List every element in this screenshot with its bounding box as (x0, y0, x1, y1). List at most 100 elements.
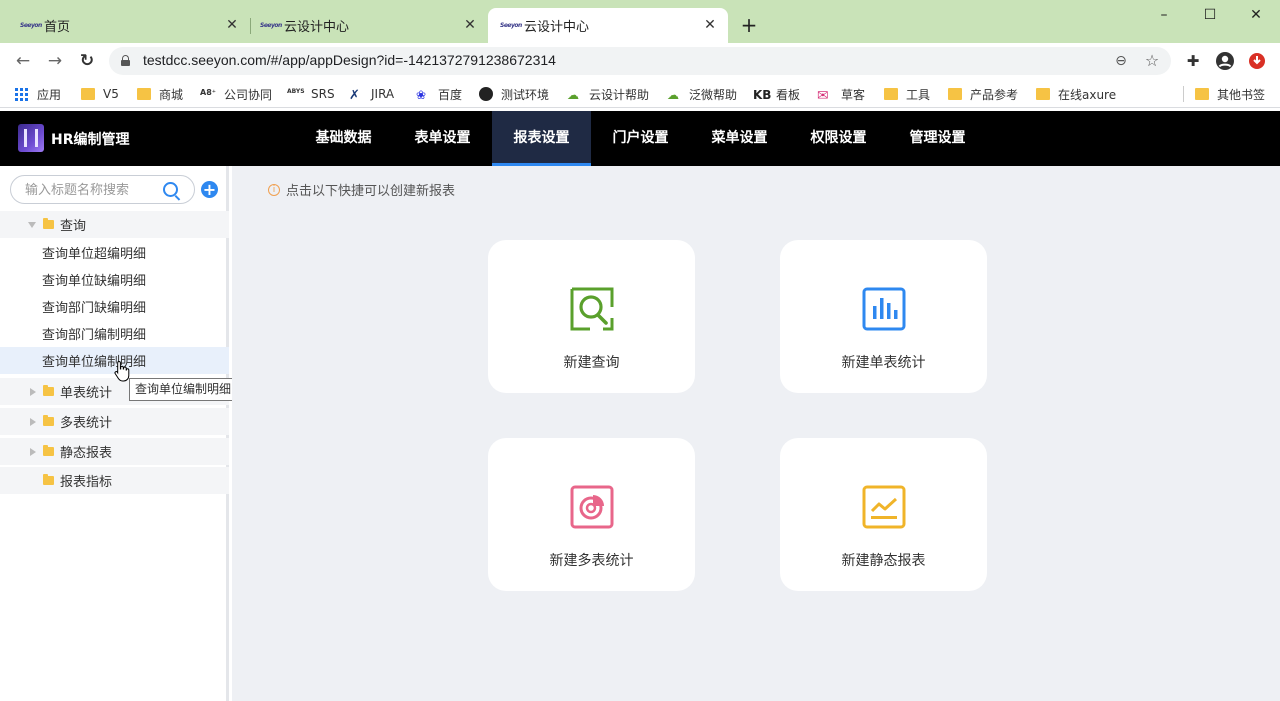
folder-icon (884, 88, 898, 100)
bookmark-weaver-help[interactable]: ☁ 泛微帮助 (667, 85, 737, 103)
bookmark-label: 在线axure (1058, 87, 1117, 102)
bookmark-axure[interactable]: 在线axure (1036, 85, 1116, 103)
menu-permission-settings[interactable]: 权限设置 (789, 111, 888, 166)
tree-item-unit-under-quota[interactable]: 查询单位缺编明细 (0, 266, 229, 293)
new-multi-stats-card[interactable]: 新建多表统计 (488, 438, 695, 591)
bookmarks-bar: 应用 V5 商城 A8⁺ 公司协同 ABYS SRS ✗ JIRA ❀ 百度 测… (0, 79, 1280, 108)
bookmark-label: 产品参考 (970, 87, 1019, 102)
tab-close-icon[interactable]: ✕ (224, 17, 240, 33)
create-hint: i 点击以下快捷可以创建新报表 (268, 180, 455, 199)
caret-right-icon[interactable] (27, 386, 39, 398)
new-query-card[interactable]: 新建查询 (488, 240, 695, 393)
star-icon[interactable]: ☆ (1143, 52, 1161, 70)
folder-icon (43, 415, 54, 426)
new-tab-button[interactable]: + (737, 14, 761, 38)
bookmark-tools[interactable]: 工具 (884, 85, 930, 103)
search-icon[interactable] (163, 182, 178, 197)
new-static-report-card[interactable]: 新建静态报表 (780, 438, 987, 591)
url-text[interactable]: testdcc.seeyon.com/#/app/appDesign?id=-1… (143, 52, 556, 68)
apps-icon (15, 87, 28, 101)
folder-icon (137, 88, 151, 100)
menu-admin-settings[interactable]: 管理设置 (888, 111, 987, 166)
tree-group-query[interactable]: 查询 (0, 211, 229, 238)
title-search-box[interactable] (10, 175, 195, 204)
kb-icon: KB (753, 88, 772, 102)
menu-portal-settings[interactable]: 门户设置 (591, 111, 690, 166)
back-arrow-icon[interactable]: ← (11, 49, 35, 73)
tree-group-label: 单表统计 (60, 386, 113, 401)
browser-tab-design-center[interactable]: Seeyon 云设计中心 ✕ (240, 8, 488, 43)
hand-cursor-icon (114, 360, 130, 382)
minimize-icon[interactable]: – (1141, 4, 1187, 26)
tab-close-icon[interactable]: ✕ (462, 17, 478, 33)
bookmark-company-collab[interactable]: A8⁺ 公司协同 (200, 85, 272, 103)
browser-tab-strip: Seeyon 首页 ✕ Seeyon 云设计中心 ✕ Seeyon 云设计中心 … (0, 0, 1280, 43)
tree-group-static-report[interactable]: 静态报表 (0, 438, 229, 465)
main-content: i 点击以下快捷可以创建新报表 新建查询 新建单表统计 新建多表统计 新建静态报… (232, 166, 1280, 701)
tree-group-label: 报表指标 (60, 475, 113, 490)
browser-tab-home[interactable]: Seeyon 首页 ✕ (0, 8, 250, 43)
browser-tab-design-center-active[interactable]: Seeyon 云设计中心 ✕ (488, 8, 728, 43)
extension-red-icon[interactable] (1247, 51, 1267, 71)
pie-chart-icon (569, 484, 615, 530)
bookmark-label: 其他书签 (1217, 87, 1266, 102)
folder-icon (43, 385, 54, 396)
bookmark-baidu[interactable]: ❀ 百度 (416, 85, 462, 103)
menu-form-settings[interactable]: 表单设置 (393, 111, 492, 166)
bookmark-caoke[interactable]: ✉ 草客 (817, 85, 865, 105)
bookmark-label: 看板 (776, 87, 801, 102)
menu-basic-data[interactable]: 基础数据 (294, 111, 393, 166)
browser-toolbar: ← → ↻ testdcc.seeyon.com/#/app/appDesign… (0, 43, 1280, 79)
extensions-icon[interactable]: ✚ (1183, 51, 1203, 71)
bookmark-label: 公司协同 (224, 87, 273, 102)
profile-icon[interactable] (1215, 51, 1235, 71)
new-single-stats-card[interactable]: 新建单表统计 (780, 240, 987, 393)
bookmark-label: JIRA (371, 87, 395, 101)
bookmark-product-ref[interactable]: 产品参考 (948, 85, 1018, 103)
folder-icon (1195, 88, 1209, 100)
app-title: HR编制管理 (51, 132, 130, 148)
caret-spacer (27, 475, 39, 487)
bookmark-cloud-help[interactable]: ☁ 云设计帮助 (567, 85, 649, 103)
bookmark-other[interactable]: 其他书签 (1195, 85, 1265, 103)
menu-report-settings[interactable]: 报表设置 (492, 111, 591, 166)
tree-group-report-index[interactable]: 报表指标 (0, 467, 229, 494)
reload-icon[interactable]: ↻ (75, 49, 99, 73)
app-header: HR编制管理 基础数据 表单设置 报表设置 门户设置 菜单设置 权限设置 管理设… (0, 111, 1280, 166)
seeyon-favicon-icon: Seeyon (260, 21, 282, 29)
card-label: 新建查询 (563, 355, 620, 371)
tree-group-multi-stats[interactable]: 多表统计 (0, 408, 229, 435)
caret-down-icon[interactable] (27, 219, 39, 231)
zoom-icon[interactable]: ⊖ (1112, 52, 1130, 70)
tab-close-icon[interactable]: ✕ (702, 17, 718, 33)
tab-title: 首页 (44, 20, 71, 35)
menu-menu-settings[interactable]: 菜单设置 (690, 111, 789, 166)
bookmark-apps[interactable]: 应用 (15, 85, 61, 103)
bookmark-kanban[interactable]: KB 看板 (753, 85, 800, 103)
maximize-icon[interactable]: ☐ (1187, 4, 1233, 26)
bookmark-mall[interactable]: 商城 (137, 85, 183, 103)
caret-right-icon[interactable] (27, 416, 39, 428)
bookmark-srs[interactable]: ABYS SRS (287, 85, 335, 103)
caret-right-icon[interactable] (27, 446, 39, 458)
tree-item-unit-over-quota[interactable]: 查询单位超编明细 (0, 239, 229, 266)
bookmark-test-env[interactable]: 测试环境 (479, 85, 549, 103)
tree-item-dept-under-quota[interactable]: 查询部门缺编明细 (0, 293, 229, 320)
forward-arrow-icon[interactable]: → (43, 49, 67, 73)
title-search-input[interactable] (25, 181, 165, 199)
tree-item-dept-quota[interactable]: 查询部门编制明细 (0, 320, 229, 347)
mail-icon: ✉ (817, 88, 829, 104)
close-window-icon[interactable]: ✕ (1233, 4, 1279, 26)
hint-text: 点击以下快捷可以创建新报表 (286, 184, 456, 199)
folder-icon (948, 88, 962, 100)
address-bar[interactable]: testdcc.seeyon.com/#/app/appDesign?id=-1… (109, 47, 1171, 75)
bookmark-label: 泛微帮助 (689, 87, 738, 102)
bookmark-label: 工具 (906, 87, 931, 102)
bookmark-v5[interactable]: V5 (81, 85, 119, 103)
tree-group-label: 多表统计 (60, 416, 113, 431)
bookmark-label: 测试环境 (501, 87, 550, 102)
tree-item-tooltip: 查询单位编制明细 (129, 378, 238, 401)
search-report-icon (569, 286, 615, 332)
add-report-button[interactable]: + (201, 181, 218, 198)
bookmark-jira[interactable]: ✗ JIRA (349, 85, 394, 103)
